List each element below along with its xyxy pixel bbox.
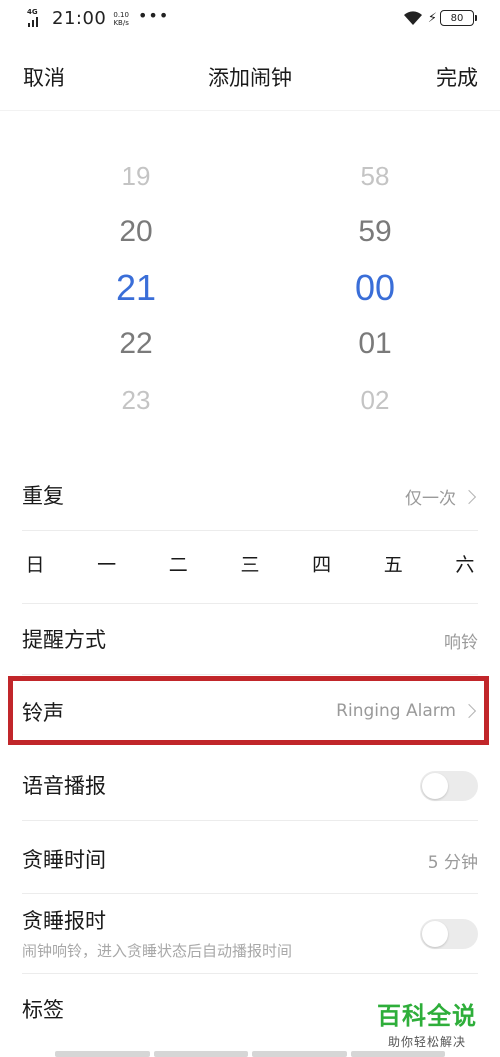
snooze-time-value: 5 分钟	[427, 853, 478, 873]
minute-picker[interactable]: 58 59 00 01 02	[345, 148, 405, 428]
hour-option[interactable]: 20	[106, 204, 166, 260]
hour-option[interactable]: 22	[106, 316, 166, 372]
weekday-wed[interactable]: 三	[237, 550, 263, 586]
tag-label: 标签	[22, 998, 64, 1022]
divider	[22, 530, 478, 531]
weekday-sun[interactable]: 日	[22, 550, 48, 586]
minute-option[interactable]: 02	[345, 372, 405, 428]
reminder-row[interactable]: 提醒方式 响铃	[22, 622, 478, 656]
minute-option[interactable]: 58	[345, 148, 405, 204]
reminder-value: 响铃	[444, 633, 478, 653]
cellular-signal-icon: 4G	[26, 7, 44, 28]
weekday-tue[interactable]: 二	[165, 550, 191, 586]
chevron-right-icon	[461, 489, 477, 504]
toggle-knob	[422, 773, 448, 799]
weekday-selector: 日 一 二 三 四 五 六	[22, 550, 478, 586]
hour-option[interactable]: 19	[106, 148, 166, 204]
snooze-time-row[interactable]: 贪睡时间 5 分钟	[22, 842, 478, 876]
more-notifications-icon: •••	[137, 6, 170, 25]
watermark-subtitle: 助你轻松解决	[387, 1035, 466, 1049]
status-time: 21:00	[52, 8, 107, 29]
status-bar: 4G 21:00 0.10 KB/s ••• ⚡ 80	[0, 0, 500, 40]
bolt-icon: ⚡	[427, 10, 437, 26]
hour-option[interactable]: 23	[106, 372, 166, 428]
snooze-report-label: 贪睡报时	[22, 909, 106, 933]
repeat-row[interactable]: 重复 仅一次	[22, 478, 478, 512]
weekday-fri[interactable]: 五	[380, 550, 406, 586]
repeat-value: 仅一次	[405, 484, 478, 509]
highlight-box	[8, 676, 489, 745]
watermark-logo: 百科全说 助你轻松解决	[377, 996, 477, 1050]
network-type: 4G	[27, 7, 38, 16]
voice-label: 语音播报	[22, 774, 106, 798]
minute-selected[interactable]: 00	[345, 260, 405, 316]
snooze-report-description: 闹钟响铃，进入贪睡状态后自动播报时间	[22, 942, 293, 960]
hour-picker[interactable]: 19 20 21 22 23	[106, 148, 166, 428]
hour-selected[interactable]: 21	[106, 260, 166, 316]
toggle-knob	[422, 921, 448, 947]
watermark-title: 百科全说	[377, 1002, 477, 1030]
minute-option[interactable]: 59	[345, 204, 405, 260]
weekday-sat[interactable]: 六	[452, 550, 478, 586]
wifi-icon	[403, 10, 423, 26]
reminder-label: 提醒方式	[22, 628, 106, 652]
page-title: 添加闹钟	[208, 66, 292, 90]
divider	[22, 603, 478, 604]
bottom-strip	[55, 1051, 445, 1057]
snooze-report-row: 贪睡报时 闹钟响铃，进入贪睡状态后自动播报时间	[22, 905, 478, 965]
voice-toggle[interactable]	[420, 771, 478, 801]
minute-option[interactable]: 01	[345, 316, 405, 372]
snooze-time-label: 贪睡时间	[22, 848, 106, 872]
weekday-thu[interactable]: 四	[309, 550, 335, 586]
repeat-label: 重复	[22, 484, 64, 508]
divider	[22, 893, 478, 894]
weekday-mon[interactable]: 一	[94, 550, 120, 586]
divider	[22, 973, 478, 974]
divider	[22, 820, 478, 821]
done-button[interactable]: 完成	[436, 62, 478, 92]
voice-row: 语音播报	[22, 768, 478, 802]
nav-bar: 取消 添加闹钟 完成	[0, 52, 500, 102]
nav-divider	[0, 110, 500, 111]
snooze-report-toggle[interactable]	[420, 919, 478, 949]
network-speed: 0.10 KB/s	[113, 10, 129, 27]
divider	[22, 674, 478, 675]
battery-icon: 80	[440, 10, 477, 26]
